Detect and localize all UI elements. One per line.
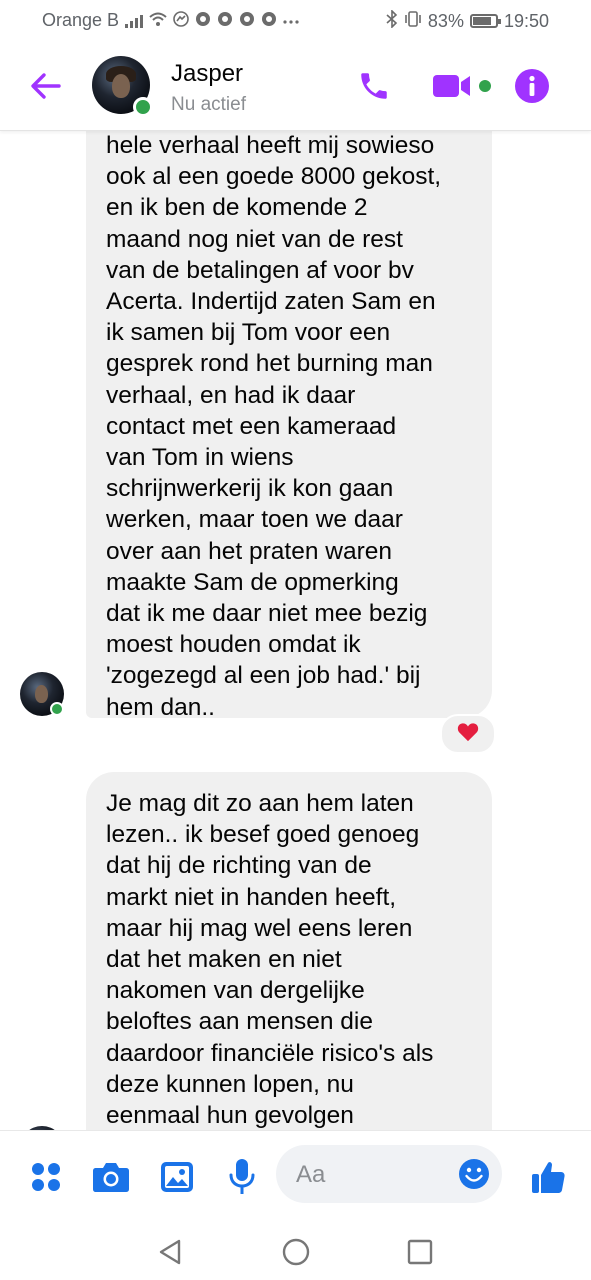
chrome-notification-icon — [239, 11, 255, 31]
back-button[interactable] — [28, 68, 64, 104]
battery-level — [472, 17, 492, 25]
message-text-line: daardoor financiële risico's als — [106, 1039, 434, 1067]
chat-header: Jasper Nu actief — [0, 42, 591, 131]
online-indicator — [133, 97, 153, 117]
message-text-line: gesprek rond het burning man — [106, 350, 433, 378]
message-input-container[interactable] — [276, 1145, 502, 1205]
battery-percentage: 83% — [427, 10, 464, 31]
message-composer — [0, 1130, 591, 1223]
camera-icon — [93, 1163, 129, 1192]
video-call-button[interactable] — [432, 66, 494, 106]
message-text-line: verhaal, en had ik daar — [106, 381, 356, 409]
triangle-back-icon — [159, 1239, 181, 1265]
chrome-notification-icon — [195, 11, 211, 31]
vibrate-icon — [404, 11, 422, 31]
wifi-icon — [149, 12, 167, 30]
message-text-line: beloftes aan mensen die — [106, 1008, 373, 1036]
nav-recents-button[interactable] — [400, 1232, 440, 1272]
status-bar-right: 83% 19:50 — [386, 9, 549, 32]
message-text-line: van Tom in wiens — [106, 444, 294, 472]
thumbs-up-icon — [532, 1162, 565, 1193]
contact-status: Nu actief — [171, 94, 246, 115]
message-text-line: dat ik me daar niet mee bezig — [106, 600, 428, 628]
message-text-line: lezen.. ik besef goed genoeg — [106, 821, 420, 849]
status-bar-left: Orange B — [42, 10, 299, 31]
message-text-line: hele verhaal heeft mij sowieso — [106, 132, 435, 159]
emoji-icon — [459, 1159, 489, 1189]
more-actions-button[interactable] — [24, 1155, 68, 1199]
online-indicator — [50, 702, 64, 716]
bluetooth-icon — [386, 9, 398, 32]
message-text-line: deze kunnen lopen, nu — [106, 1070, 354, 1098]
phone-icon — [361, 73, 387, 99]
message-text-line: maand nog niet van de rest — [106, 225, 403, 253]
message-text-line: maar hij mag wel eens leren — [106, 914, 413, 942]
circle-home-icon — [282, 1238, 310, 1266]
message-text-line: over aan het praten waren — [106, 537, 393, 565]
nav-home-button[interactable] — [276, 1232, 316, 1272]
nav-back-button[interactable] — [150, 1232, 190, 1272]
video-camera-icon — [433, 75, 491, 97]
gallery-button[interactable] — [155, 1155, 199, 1199]
message-text-line: markt niet in handen heeft, — [106, 883, 397, 911]
message-input[interactable] — [294, 1145, 448, 1205]
status-bar: Orange B 83% 19:50 — [0, 0, 591, 42]
square-recents-icon — [407, 1239, 433, 1265]
message-text-line: 'zogezegd al een job had.' bij — [106, 662, 421, 690]
chrome-notification-icon — [261, 11, 277, 31]
clock: 19:50 — [503, 10, 549, 31]
message-text-line: ook al een goede 8000 gekost, — [106, 163, 442, 191]
microphone-icon — [229, 1159, 255, 1194]
camera-button[interactable] — [89, 1155, 133, 1199]
message-bubble[interactable]: hele verhaal heeft mij sowieso ook al een… — [86, 116, 492, 721]
message-text-line: maakte Sam de opmerking — [106, 568, 399, 596]
gallery-icon — [161, 1162, 193, 1192]
messenger-notification-icon — [173, 10, 189, 31]
message-text-line: nakomen van dergelijke — [106, 977, 365, 1005]
arrow-left-icon — [31, 73, 61, 99]
message-text-line: eenmaal hun gevolgen — [106, 1102, 354, 1130]
message-text-line: Acerta. Indertijd zaten Sam en — [106, 288, 436, 316]
message-text-line: hem dan.. — [106, 693, 215, 721]
message-text-line: dat hij de richting van de — [106, 852, 372, 880]
heart-icon — [457, 722, 479, 747]
apps-icon — [32, 1163, 60, 1191]
like-button[interactable] — [526, 1155, 570, 1199]
emoji-button[interactable] — [458, 1158, 490, 1190]
message-bubble[interactable]: Je mag dit zo aan hem laten lezen.. ik be… — [86, 772, 492, 1192]
message-text-line: werken, maar toen we daar — [106, 506, 403, 534]
message-text-line: en ik ben de komende 2 — [106, 194, 368, 222]
info-icon — [515, 69, 549, 103]
message-text-line: ik samen bij Tom voor een — [106, 319, 391, 347]
system-navigation-bar — [0, 1222, 591, 1280]
voice-call-button[interactable] — [354, 66, 394, 106]
message-text-line: moest houden omdat ik — [106, 631, 361, 659]
message-text-line: Je mag dit zo aan hem laten — [106, 790, 414, 817]
battery-icon — [469, 14, 501, 28]
message-text-line: schrijnwerkerij ik kon gaan — [106, 475, 394, 503]
message-text-line: dat het maken en niet — [106, 946, 342, 974]
reaction-badge[interactable] — [440, 714, 496, 754]
message-text-line: contact met een kameraad — [106, 412, 397, 440]
contact-name[interactable]: Jasper — [171, 60, 243, 88]
more-notifications-icon — [283, 12, 299, 29]
message-text-line: van de betalingen af voor bv — [106, 256, 414, 284]
signal-icon — [125, 14, 144, 28]
conversation-info-button[interactable] — [512, 66, 552, 106]
chrome-notification-icon — [217, 11, 233, 31]
voice-message-button[interactable] — [220, 1155, 264, 1199]
carrier-label: Orange B — [42, 10, 120, 30]
